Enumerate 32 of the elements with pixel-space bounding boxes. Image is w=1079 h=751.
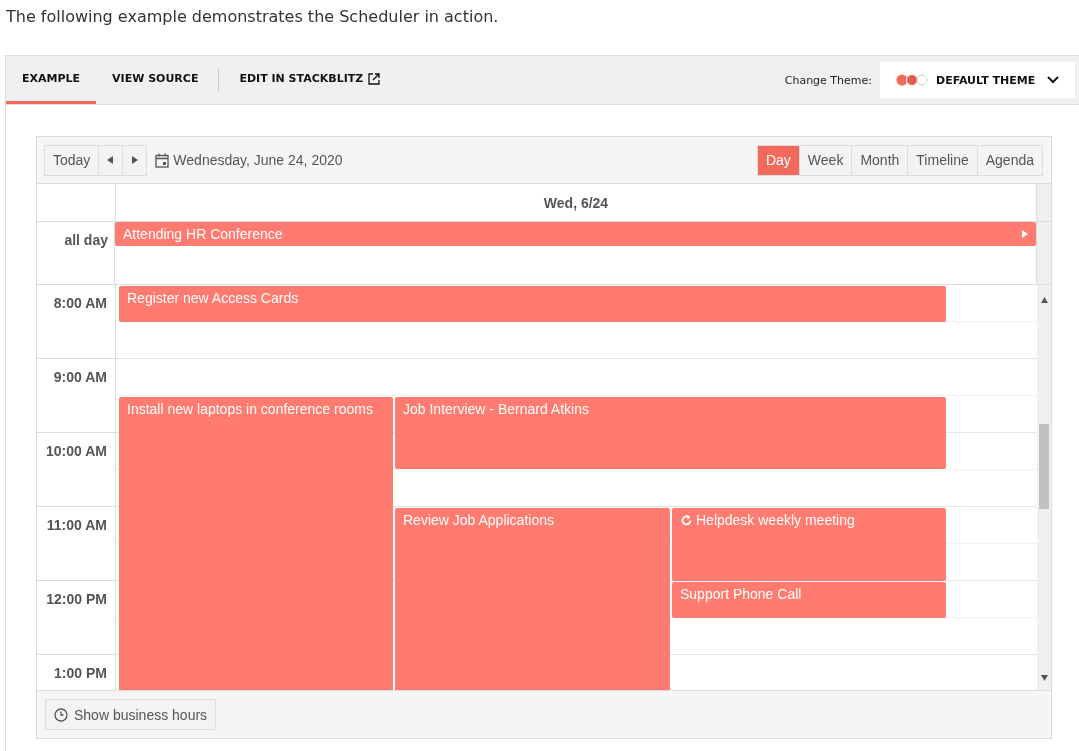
caret-left-icon: [107, 156, 115, 164]
time-label: 1:00 PM: [54, 665, 107, 683]
next-button[interactable]: [122, 144, 148, 176]
all-day-label: all day: [64, 232, 108, 250]
time-label: 10:00 AM: [46, 443, 107, 461]
business-hours-button[interactable]: Show business hours: [45, 699, 217, 730]
view-button[interactable]: Agenda: [976, 144, 1043, 176]
chevron-down-icon: [1047, 76, 1059, 84]
scrollbar-thumb[interactable]: [1039, 424, 1049, 509]
intro-text: The following example demonstrates the Scheduler in action.: [5, 6, 500, 28]
clock-icon: [54, 707, 68, 722]
view-button[interactable]: Timeline: [907, 144, 978, 176]
tab[interactable]: EDIT IN STACKBLITZ: [223, 56, 397, 104]
view-button[interactable]: Week: [798, 144, 853, 176]
time-label: 12:00 PM: [46, 591, 107, 609]
theme-label: Change Theme:: [784, 73, 872, 87]
previous-button[interactable]: [98, 144, 124, 176]
tab[interactable]: VIEW SOURCE: [96, 56, 215, 104]
time-label: 11:00 AM: [46, 517, 107, 535]
tab[interactable]: EXAMPLE: [6, 56, 97, 104]
day-header: Wed, 6/24: [543, 194, 609, 211]
view-button[interactable]: Month: [851, 144, 909, 176]
calendar-icon: [155, 152, 170, 168]
scrollbar[interactable]: [1037, 285, 1051, 690]
date-label[interactable]: Wednesday, June 24, 2020: [173, 152, 343, 168]
time-label: 8:00 AM: [53, 295, 107, 313]
scroll-up-icon: [1041, 296, 1048, 304]
caret-right-icon: [131, 156, 139, 164]
today-button[interactable]: Today: [44, 144, 100, 176]
time-label: 9:00 AM: [53, 369, 107, 387]
scroll-down-icon: [1041, 674, 1048, 682]
theme-dropdown[interactable]: DEFAULT THEME: [880, 62, 1075, 98]
